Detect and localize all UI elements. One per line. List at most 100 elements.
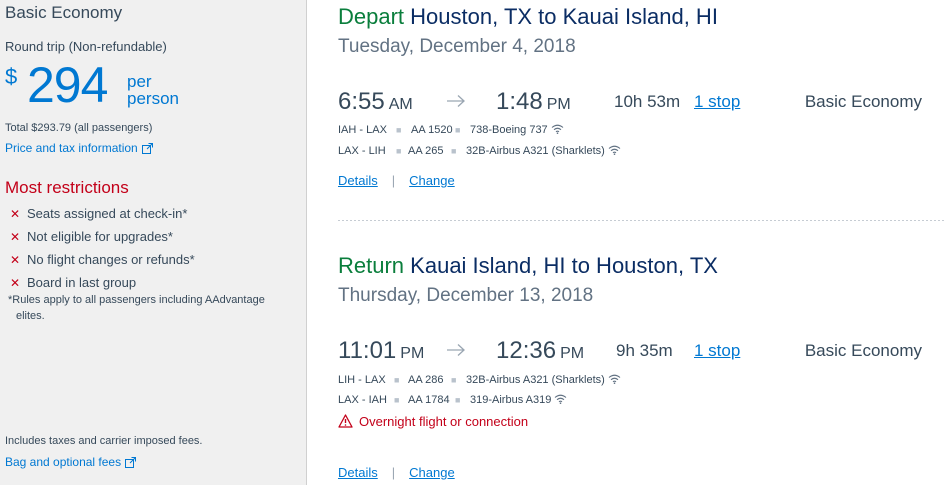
details-link[interactable]: Details bbox=[338, 465, 378, 480]
change-link[interactable]: Change bbox=[409, 465, 455, 480]
segment-direction: Depart bbox=[338, 4, 405, 29]
leg-aircraft-text: 319-Airbus A319 bbox=[470, 394, 552, 406]
return-segment: Return Kauai Island, HI to Houston, TX T… bbox=[338, 253, 946, 307]
x-icon: ✕ bbox=[10, 206, 21, 221]
wifi-icon bbox=[608, 145, 621, 155]
depart-legs: IAH - LAX ■ AA 1520 ■ 738-Boeing 737 LAX… bbox=[338, 124, 946, 164]
return-warning: Overnight flight or connection bbox=[338, 414, 946, 432]
arrival-time: 12:36 PM bbox=[496, 337, 584, 365]
arrival-time-value: 1:48 bbox=[496, 88, 543, 115]
leg-route: IAH - LAX bbox=[338, 124, 387, 136]
return-legs: LIH - LAX ■ AA 286 ■ 32B-Airbus A321 (Sh… bbox=[338, 374, 946, 414]
warning-triangle-icon bbox=[338, 414, 353, 428]
depart-segment: Depart Houston, TX to Kauai Island, HI T… bbox=[338, 4, 946, 58]
leg-aircraft: 738-Boeing 737 bbox=[470, 124, 564, 136]
segment-date: Tuesday, December 4, 2018 bbox=[338, 36, 576, 57]
leg-flight-number: AA 1784 bbox=[408, 394, 450, 406]
wifi-icon bbox=[554, 394, 567, 404]
restrictions-note-line: *Rules apply to all passengers including… bbox=[8, 294, 265, 306]
details-link[interactable]: Details bbox=[338, 173, 378, 188]
separator-dot: ■ bbox=[394, 375, 400, 385]
x-icon: ✕ bbox=[10, 229, 21, 244]
flight-duration: 9h 35m bbox=[616, 341, 673, 360]
segment-heading: Return Kauai Island, HI to Houston, TX bbox=[338, 253, 946, 279]
time-row: 11:01 PM 12:36 PM 9h 35m 1 stop Basic Econ… bbox=[338, 337, 938, 367]
restriction-text: No flight changes or refunds* bbox=[27, 252, 195, 267]
arrival-ampm: PM bbox=[546, 96, 571, 113]
overnight-warning: Overnight flight or connection bbox=[338, 414, 528, 429]
restriction-item: ✕ Seats assigned at check-in* bbox=[10, 202, 195, 225]
stops-link[interactable]: 1 stop bbox=[694, 92, 740, 112]
arrival-time: 1:48 PM bbox=[496, 88, 571, 116]
wifi-icon bbox=[551, 124, 564, 134]
total-price: Total $293.79 (all passengers) bbox=[5, 122, 153, 134]
departure-ampm: PM bbox=[400, 345, 425, 362]
segment-direction: Return bbox=[338, 253, 405, 278]
price-tax-info-link[interactable]: Price and tax information bbox=[5, 141, 153, 155]
bag-fees-label: Bag and optional fees bbox=[5, 455, 122, 469]
action-separator: | bbox=[391, 465, 396, 480]
fare-title: Basic Economy bbox=[5, 3, 123, 22]
return-actions: Details | Change bbox=[338, 465, 946, 483]
arrow-right-icon bbox=[447, 344, 465, 356]
segment-route: Houston, TX to Kauai Island, HI bbox=[410, 4, 718, 29]
fare-summary-panel: Basic Economy Round trip (Non-refundable… bbox=[0, 0, 307, 485]
separator-dot: ■ bbox=[396, 146, 402, 156]
segment-actions: Details | Change bbox=[338, 173, 455, 188]
separator-dot: ■ bbox=[455, 395, 461, 405]
action-separator: | bbox=[391, 173, 396, 188]
departure-time-value: 11:01 bbox=[338, 337, 397, 364]
restriction-text: Not eligible for upgrades* bbox=[27, 229, 173, 244]
per-person-label: per person bbox=[127, 72, 179, 108]
cabin-class: Basic Economy bbox=[804, 92, 922, 111]
time-row: 6:55 AM 1:48 PM 10h 53m 1 stop Basic Econo… bbox=[338, 88, 938, 118]
x-icon: ✕ bbox=[10, 275, 21, 290]
leg-flight-number: AA 286 bbox=[408, 374, 444, 386]
restriction-text: Seats assigned at check-in* bbox=[27, 206, 188, 221]
includes-taxes-note: Includes taxes and carrier imposed fees. bbox=[5, 435, 203, 447]
cabin-class: Basic Economy bbox=[804, 341, 922, 360]
change-link[interactable]: Change bbox=[409, 173, 455, 188]
arrival-time-value: 12:36 bbox=[496, 337, 557, 364]
return-times: 11:01 PM 12:36 PM 9h 35m 1 stop Basic Econ… bbox=[338, 337, 946, 367]
fare-type: Round trip (Non-refundable) bbox=[5, 39, 167, 54]
segment-date: Thursday, December 13, 2018 bbox=[338, 285, 594, 306]
segment-divider bbox=[338, 220, 946, 221]
leg-aircraft-text: 738-Boeing 737 bbox=[470, 124, 548, 136]
leg-route: LIH - LAX bbox=[338, 374, 386, 386]
leg-aircraft-text: 32B-Airbus A321 (Sharklets) bbox=[466, 145, 605, 157]
leg-aircraft: 32B-Airbus A321 (Sharklets) bbox=[466, 374, 621, 386]
leg-route: LAX - LIH bbox=[338, 145, 386, 157]
restriction-text: Board in last group bbox=[27, 275, 137, 290]
leg-flight-number: AA 1520 bbox=[411, 124, 453, 136]
leg-aircraft: 32B-Airbus A321 (Sharklets) bbox=[466, 145, 621, 157]
restriction-item: ✕ Not eligible for upgrades* bbox=[10, 225, 195, 248]
flight-duration: 10h 53m bbox=[614, 92, 681, 111]
separator-dot: ■ bbox=[451, 375, 457, 385]
restriction-item: ✕ No flight changes or refunds* bbox=[10, 248, 195, 271]
segment-heading: Depart Houston, TX to Kauai Island, HI bbox=[338, 4, 946, 30]
separator-dot: ■ bbox=[396, 125, 402, 135]
arrow-right-icon bbox=[447, 95, 465, 107]
leg-aircraft-text: 32B-Airbus A321 (Sharklets) bbox=[466, 374, 605, 386]
currency-symbol: $ bbox=[5, 64, 18, 89]
arrival-ampm: PM bbox=[560, 345, 585, 362]
depart-actions: Details | Change bbox=[338, 173, 946, 191]
wifi-icon bbox=[608, 374, 621, 384]
depart-times: 6:55 AM 1:48 PM 10h 53m 1 stop Basic Econo… bbox=[338, 88, 946, 118]
departure-time: 6:55 AM bbox=[338, 88, 413, 116]
departure-time: 11:01 PM bbox=[338, 337, 424, 365]
price-tax-info-label: Price and tax information bbox=[5, 141, 138, 155]
bag-fees-link[interactable]: Bag and optional fees bbox=[5, 455, 137, 469]
leg-route: LAX - IAH bbox=[338, 394, 387, 406]
external-link-icon bbox=[125, 457, 137, 468]
price-amount: 294 bbox=[27, 57, 108, 113]
restrictions-list: ✕ Seats assigned at check-in* ✕ Not eligib… bbox=[10, 202, 195, 294]
leg-flight-number: AA 265 bbox=[408, 145, 444, 157]
departure-ampm: AM bbox=[388, 96, 413, 113]
restriction-item: ✕ Board in last group bbox=[10, 271, 195, 294]
departure-time-value: 6:55 bbox=[338, 88, 385, 115]
stops-link[interactable]: 1 stop bbox=[694, 341, 740, 361]
segment-route: Kauai Island, HI to Houston, TX bbox=[410, 253, 718, 278]
restrictions-note: *Rules apply to all passengers including… bbox=[8, 292, 298, 324]
